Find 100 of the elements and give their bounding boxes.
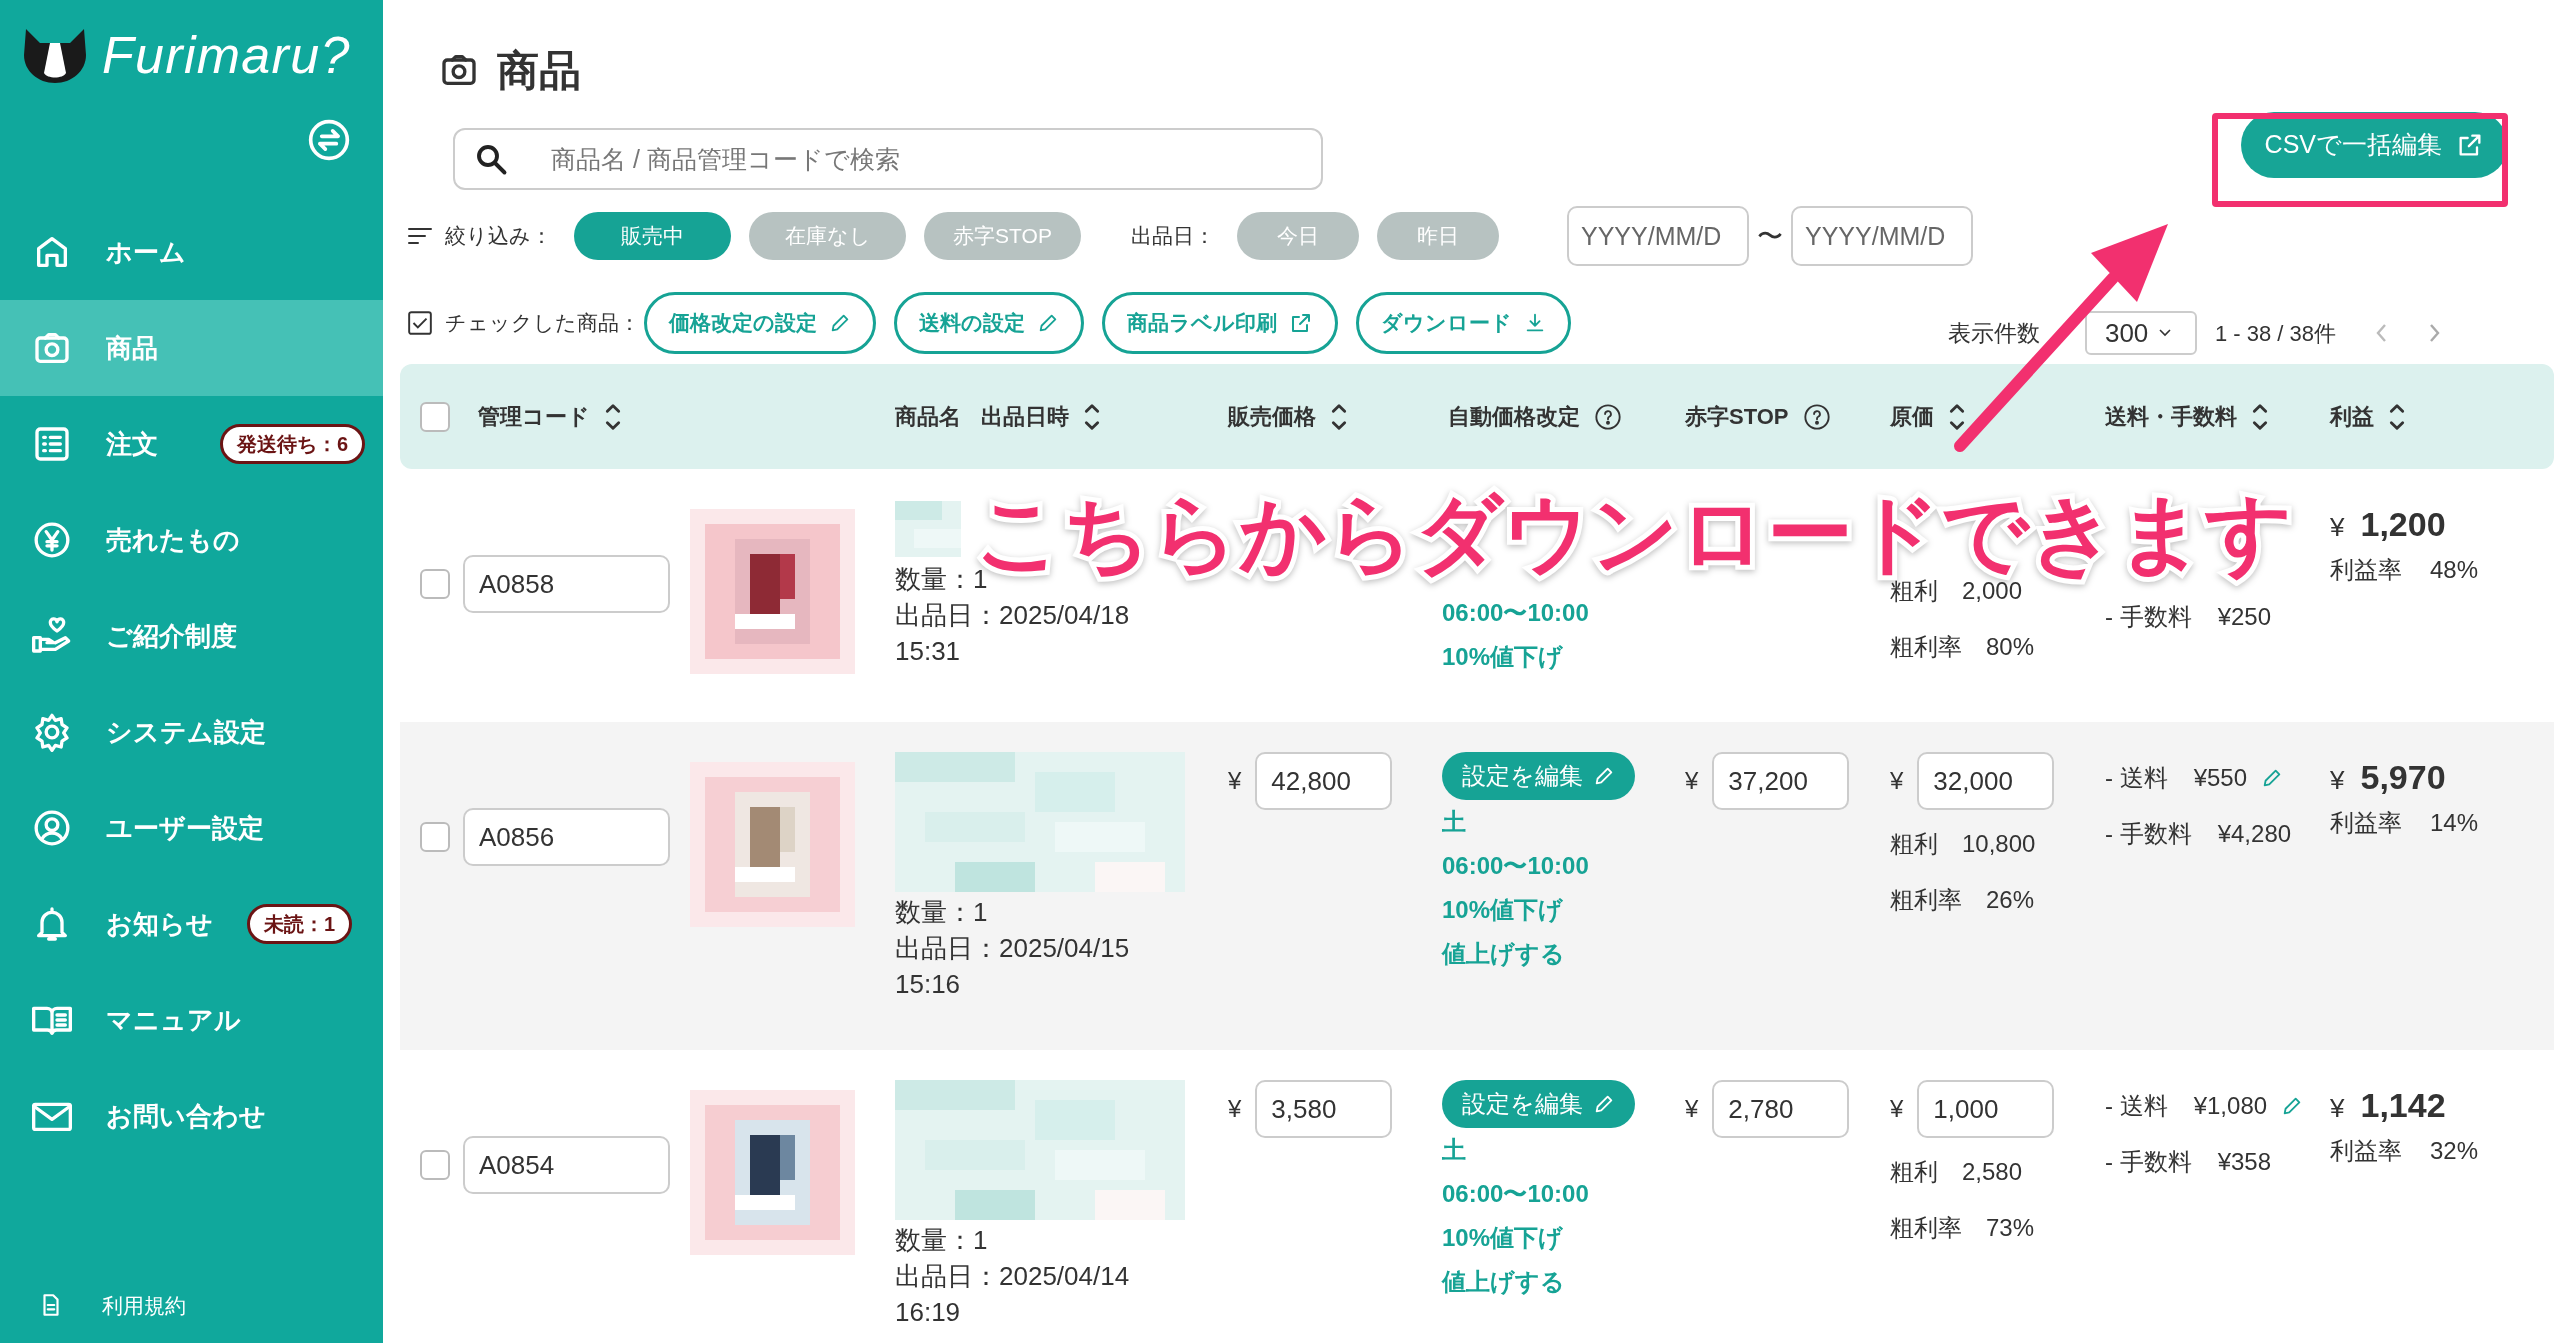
quantity-text: 数量：1 [895,896,989,929]
filter-chip[interactable]: 今日 [1237,212,1359,260]
bulk-label: チェックした商品： [445,310,640,337]
nav-item[interactable]: 注文 発送待ち：6 [0,396,383,492]
schedule-text: 10%値下げ [1442,642,1564,672]
code-field[interactable]: A0858 [463,555,670,613]
status-badge: 発送待ち：6 [220,424,366,464]
filter-chip[interactable]: 昨日 [1377,212,1499,260]
profit-rate-value: 14% [2430,808,2479,838]
checkbox[interactable] [420,401,450,432]
date-field[interactable]: YYYY/MM/D [1567,206,1749,266]
filter-chip[interactable]: 在庫なし [749,212,906,260]
schedule-text: 値上げする [1442,1267,1565,1297]
fee-label: - 手数料 [2105,819,2192,849]
nav-item[interactable]: お問い合わせ [0,1068,383,1164]
yen-sign: ¥ [1685,1094,1699,1124]
column-header: 販売価格 [1228,403,1316,431]
bulk-action-button[interactable]: 商品ラベル印刷 [1102,292,1338,354]
checkbox-icon [407,310,433,336]
listed-time: 16:19 [895,1296,962,1329]
profit-rate-value: 48% [2430,555,2479,585]
gross-profit-label: 粗利 [1890,829,1938,859]
filter-label: 絞り込み： [445,223,552,250]
yen-sign: ¥ [1228,766,1242,796]
bulk-action-button[interactable]: 送料の設定 [894,292,1084,354]
filter-chip[interactable]: 赤字STOP [924,212,1081,260]
fee-value: ¥1,080 [2193,1091,2268,1121]
nav-item[interactable]: ご紹介制度 [0,588,383,684]
listed-date: 出品日：2025/04/18 [895,599,1131,632]
bulk-action-button[interactable]: ダウンロード [1356,292,1571,354]
fee-value: ¥550 [2193,763,2248,793]
pencil-icon [1037,312,1059,334]
swap-icon[interactable] [307,118,351,162]
yen-sign: ¥ [2330,1092,2345,1125]
yen-sign: ¥ [1685,766,1699,796]
date-field[interactable]: YYYY/MM/D [1791,206,1973,266]
help-icon[interactable] [1594,402,1622,431]
gross-profit-value: 2,000 [1962,576,2023,606]
price-field[interactable]: 42,800 [1255,752,1393,810]
fee-value: ¥358 [2217,1147,2272,1177]
profit-value: 5,970 [2360,757,2446,798]
checkbox[interactable] [420,569,450,599]
gross-profit-value: 2,580 [1962,1157,2023,1187]
fee-label: - 手数料 [2105,1147,2192,1177]
column-header: 利益 [2330,403,2374,431]
gross-rate-value: 80% [1986,632,2035,662]
price-field[interactable]: 3,580 [1255,1080,1393,1138]
brand-name: Furimaru? [102,29,351,81]
nav-item[interactable]: お知らせ 未読：1 [0,876,383,972]
download-icon [1524,312,1546,334]
listed-date: 出品日：2025/04/15 [895,932,1131,965]
column-header: 管理コード [478,403,590,431]
gross-profit-label: 粗利 [1890,576,1938,606]
code-field[interactable]: A0856 [463,808,670,866]
listed-date: 出品日：2025/04/14 [895,1260,1131,1293]
stop-price-field[interactable]: 37,200 [1712,752,1850,810]
nav-item[interactable]: ユーザー設定 [0,780,383,876]
column-header: 自動価格改定 [1448,403,1580,431]
bulk-action-button[interactable]: 価格改定の設定 [644,292,876,354]
listed-time: 15:16 [895,968,962,1001]
checkbox[interactable] [420,1150,450,1180]
cost-field[interactable]: 32,000 [1917,752,2055,810]
nav-item[interactable]: ホーム [0,204,383,300]
edit-settings-button[interactable]: 設定を編集 [1442,752,1635,800]
date-label: 出品日： [1131,223,1215,250]
tilde-separator: 〜 [1757,219,1783,253]
column-header: 原価 [1890,403,1934,431]
cost-field[interactable]: 1,000 [1917,1080,2055,1138]
terms-link[interactable]: 利用規約 [102,1289,186,1321]
page-range: 1 - 38 / 38件 [2214,319,2336,348]
column-header: 商品名 [895,403,961,431]
filter-chip[interactable]: 販売中 [574,212,731,260]
search-field[interactable]: 商品名 / 商品管理コードで検索 [453,128,1323,190]
profit-rate-value: 32% [2430,1136,2479,1166]
column-header: 送料・手数料 [2105,403,2237,431]
gross-profit-value: 10,800 [1962,829,2036,859]
nav-item[interactable]: マニュアル [0,972,383,1068]
external-link-icon [1289,311,1313,335]
schedule-text: 06:00〜10:00 [1442,1179,1589,1209]
schedule-text: 値上げする [1442,939,1565,969]
fee-label: - 送料 [2105,1091,2168,1121]
code-field[interactable]: A0854 [463,1136,670,1194]
schedule-text: 10%値下げ [1442,895,1564,925]
help-icon[interactable] [1802,402,1831,431]
nav-item[interactable]: システム設定 [0,684,383,780]
gross-rate-label: 粗利率 [1890,1213,1962,1243]
stop-price-field[interactable]: 2,780 [1712,1080,1850,1138]
schedule-text: 土 [1442,807,1466,837]
quantity-text: 数量：1 [895,564,988,596]
edit-settings-button[interactable]: 設定を編集 [1442,1080,1635,1128]
yen-sign: ¥ [2330,764,2345,797]
per-page-select[interactable]: 300 [2084,311,2197,355]
profit-rate-label: 利益率 [2330,555,2402,585]
checkbox[interactable] [420,822,450,852]
nav-item[interactable]: 商品 [0,300,383,396]
column-header: 出品日時 [981,403,1069,431]
fee-value: ¥250 [2217,602,2272,632]
nav-item[interactable]: 売れたもの [0,492,383,588]
gross-rate-label: 粗利率 [1890,632,1962,662]
fee-label: - 手数料 [2105,602,2192,632]
